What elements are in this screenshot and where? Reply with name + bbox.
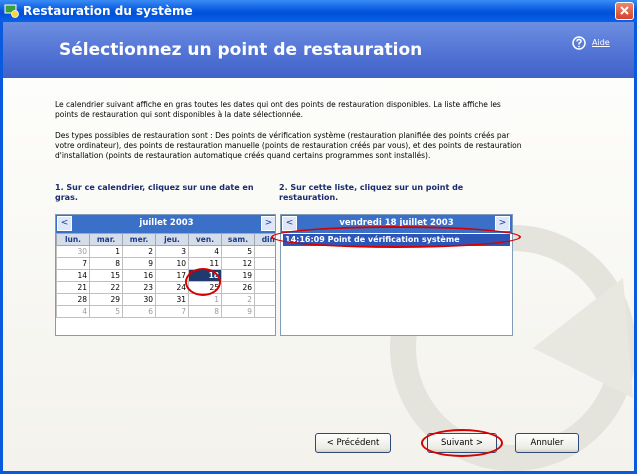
calendar-day[interactable]: 20 — [254, 269, 275, 282]
calendar-day[interactable]: 16 — [122, 269, 156, 282]
calendar-day[interactable]: 9 — [221, 305, 255, 318]
calendar-day[interactable]: 9 — [122, 257, 156, 270]
calendar-day[interactable]: 8 — [89, 257, 123, 270]
page-title: Sélectionnez un point de restauration — [59, 40, 423, 60]
weekday-header: mer. — [122, 233, 156, 246]
calendar-day[interactable]: 2 — [122, 245, 156, 258]
calendar-day[interactable]: 7 — [155, 305, 189, 318]
calendar-header: juillet 2003 < > — [56, 215, 275, 233]
weekday-header: jeu. — [155, 233, 189, 246]
annotation-circle-date — [185, 268, 221, 296]
calendar-day[interactable]: 30 — [122, 293, 156, 306]
close-icon — [620, 6, 629, 15]
calendar-day[interactable]: 4 — [188, 245, 222, 258]
calendar-day[interactable]: 31 — [155, 293, 189, 306]
calendar: juillet 2003 < > lun. mar. mer. jeu. ven… — [55, 214, 276, 336]
close-button[interactable] — [615, 2, 634, 20]
calendar-day[interactable]: 8 — [188, 305, 222, 318]
calendar-day[interactable]: 5 — [221, 245, 255, 258]
weekday-header: lun. — [56, 233, 90, 246]
step1-label: 1. Sur ce calendrier, cliquez sur une da… — [55, 183, 254, 202]
calendar-day[interactable]: 29 — [89, 293, 123, 306]
calendar-day[interactable]: 1 — [89, 245, 123, 258]
list-next-button[interactable]: > — [495, 216, 510, 231]
calendar-day[interactable]: 30 — [56, 245, 90, 258]
calendar-prev-button[interactable]: < — [57, 216, 72, 231]
calendar-day[interactable]: 6 — [254, 245, 275, 258]
calendar-day[interactable]: 28 — [56, 293, 90, 306]
calendar-day[interactable]: 23 — [122, 281, 156, 294]
calendar-day[interactable]: 26 — [221, 281, 255, 294]
calendar-grid: lun. mar. mer. jeu. ven. sam. dim. 30 1 … — [56, 233, 275, 318]
calendar-day[interactable]: 13 — [254, 257, 275, 270]
calendar-day[interactable]: 6 — [122, 305, 156, 318]
intro-paragraph-2: Des types possibles de restauration sont… — [55, 131, 522, 160]
weekday-header: sam. — [221, 233, 255, 246]
weekday-header: ven. — [188, 233, 222, 246]
content-area: Le calendrier suivant affiche en gras to… — [3, 78, 634, 471]
calendar-day[interactable]: 10 — [155, 257, 189, 270]
previous-button[interactable]: < Précédent — [315, 433, 391, 453]
system-restore-icon — [4, 4, 19, 18]
calendar-day[interactable]: 15 — [89, 269, 123, 282]
step2-label: 2. Sur cette liste, cliquez sur un point… — [279, 183, 464, 202]
title-bar[interactable]: Restauration du système — [0, 0, 637, 22]
calendar-day[interactable]: 19 — [221, 269, 255, 282]
help-link[interactable]: Aide — [592, 38, 610, 47]
calendar-day[interactable]: 10 — [254, 305, 275, 318]
calendar-day[interactable]: 12 — [221, 257, 255, 270]
cancel-button-label: Annuler — [530, 438, 564, 448]
window-title: Restauration du système — [23, 4, 193, 18]
calendar-month: juillet 2003 — [139, 218, 194, 228]
calendar-day[interactable]: 3 — [254, 293, 275, 306]
annotation-circle-restore-point — [271, 226, 521, 248]
weekday-header: mar. — [89, 233, 123, 246]
page-header: Sélectionnez un point de restauration Ai… — [3, 22, 634, 78]
calendar-day[interactable]: 22 — [89, 281, 123, 294]
calendar-day[interactable]: 21 — [56, 281, 90, 294]
annotation-circle-next-button — [421, 429, 503, 457]
calendar-day[interactable]: 2 — [221, 293, 255, 306]
list-prev-button[interactable]: < — [282, 216, 297, 231]
calendar-day[interactable]: 14 — [56, 269, 90, 282]
calendar-day[interactable]: 7 — [56, 257, 90, 270]
previous-button-label: < Précédent — [326, 438, 380, 448]
system-restore-window: Restauration du système Sélectionnez un … — [0, 0, 637, 474]
calendar-day[interactable]: 4 — [56, 305, 90, 318]
calendar-day[interactable]: 3 — [155, 245, 189, 258]
calendar-day[interactable]: 24 — [155, 281, 189, 294]
intro-paragraph-1: Le calendrier suivant affiche en gras to… — [55, 100, 501, 119]
calendar-next-button[interactable]: > — [261, 216, 275, 231]
cancel-button[interactable]: Annuler — [515, 433, 579, 453]
help-icon[interactable] — [572, 36, 586, 50]
calendar-day[interactable]: 27 — [254, 281, 275, 294]
calendar-day[interactable]: 5 — [89, 305, 123, 318]
calendar-day[interactable]: 17 — [155, 269, 189, 282]
